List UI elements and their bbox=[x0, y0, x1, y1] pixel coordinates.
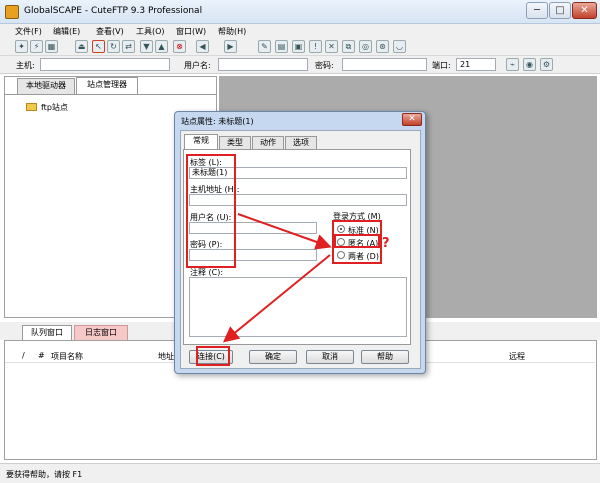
annotation-arrows bbox=[222, 213, 332, 343]
arrow-to-connect bbox=[222, 254, 331, 343]
arrow-to-login-method bbox=[237, 213, 332, 250]
